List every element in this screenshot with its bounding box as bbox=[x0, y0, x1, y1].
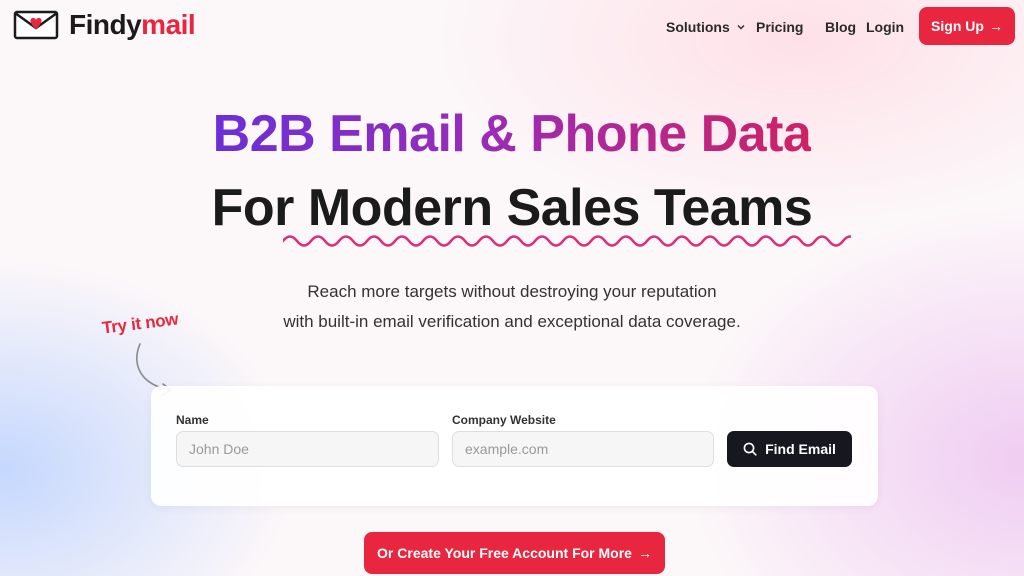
site-header: Findymail Solutions Pricing Blog Login S… bbox=[0, 0, 1024, 52]
signup-button[interactable]: Sign Up → bbox=[919, 7, 1015, 45]
signup-label: Sign Up bbox=[931, 18, 984, 34]
main-nav: Solutions Pricing Blog Login bbox=[0, 17, 1024, 37]
search-icon bbox=[743, 442, 757, 456]
create-free-account-button[interactable]: Or Create Your Free Account For More → bbox=[364, 532, 665, 574]
email-finder-form: Name Company Website Find Email bbox=[151, 386, 878, 506]
name-input[interactable] bbox=[176, 431, 439, 467]
find-email-button[interactable]: Find Email bbox=[727, 431, 852, 467]
company-website-input[interactable] bbox=[452, 431, 714, 467]
arrow-right-icon: → bbox=[988, 18, 1003, 34]
nav-solutions-label: Solutions bbox=[666, 19, 730, 35]
arrow-right-icon: → bbox=[637, 545, 652, 561]
company-website-label: Company Website bbox=[452, 413, 556, 427]
hero-headline-line2: For Modern Sales Teams bbox=[211, 179, 813, 237]
nav-solutions[interactable]: Solutions bbox=[666, 17, 746, 37]
name-label: Name bbox=[176, 413, 209, 427]
find-email-label: Find Email bbox=[765, 441, 836, 457]
create-free-account-label: Or Create Your Free Account For More bbox=[377, 545, 632, 561]
nav-pricing[interactable]: Pricing bbox=[756, 17, 803, 37]
squiggle-underline bbox=[283, 235, 851, 247]
hero-subtitle-line1: Reach more targets without destroying yo… bbox=[307, 282, 717, 301]
nav-login[interactable]: Login bbox=[866, 17, 904, 37]
hero-headline-line1: B2B Email & Phone Data bbox=[212, 105, 812, 163]
chevron-down-icon bbox=[737, 25, 745, 30]
nav-blog[interactable]: Blog bbox=[825, 17, 856, 37]
